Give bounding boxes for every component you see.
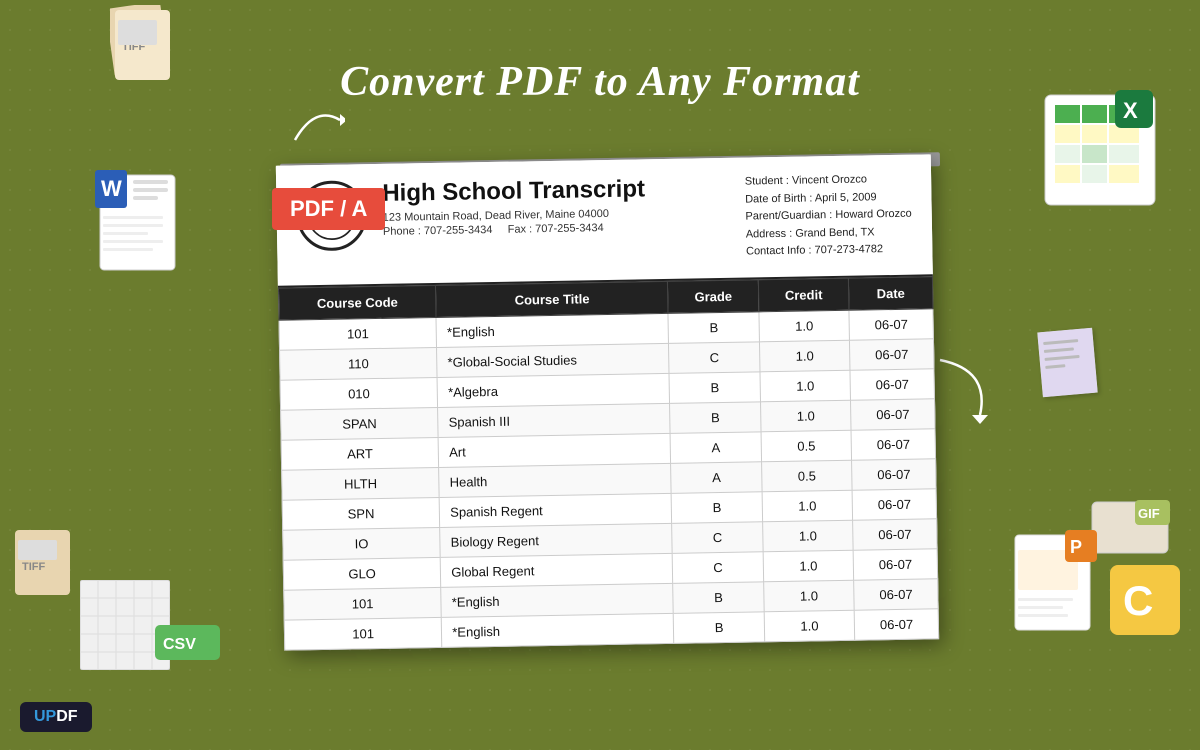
table-body: 101*EnglishB1.006-07110*Global-Social St… (279, 309, 939, 650)
updf-up: UP (34, 708, 56, 725)
table-cell: ART (281, 437, 439, 470)
table-cell: SPAN (281, 407, 439, 440)
table-cell: A (670, 432, 761, 464)
svg-text:C: C (1123, 577, 1153, 624)
col-credit: Credit (758, 278, 849, 312)
table-cell: 06-07 (852, 489, 936, 520)
ppt-icon: P (1010, 530, 1100, 635)
table-cell: Art (438, 433, 671, 467)
table-cell: GLO (283, 557, 441, 590)
svg-text:CSV: CSV (163, 636, 196, 653)
tiff-bottom-icon: TIFF (10, 525, 75, 600)
updf-logo[interactable]: UPDF (20, 702, 92, 732)
table-cell: 1.0 (763, 550, 854, 582)
table-cell: 06-07 (854, 579, 938, 610)
table-cell: 06-07 (851, 429, 935, 460)
transcript-table: Course Code Course Title Grade Credit Da… (278, 276, 939, 650)
table-cell: Health (439, 463, 672, 497)
doc-title-block: High School Transcript 123 Mountain Road… (382, 174, 736, 238)
paper-right (1037, 328, 1097, 398)
table-cell: Biology Regent (440, 523, 673, 557)
table-cell: 06-07 (854, 609, 938, 640)
table-cell: 06-07 (851, 399, 935, 430)
table-cell: C (669, 342, 760, 374)
table-cell: *English (442, 613, 675, 647)
col-date: Date (849, 277, 933, 310)
phone-label: Phone : 707-255-3434 (383, 224, 493, 238)
table-cell: 06-07 (850, 339, 934, 370)
table-cell: *English (441, 583, 674, 617)
student-guardian: Parent/Guardian : Howard Orozco (745, 206, 912, 226)
table-cell: 110 (280, 347, 438, 380)
table-cell: *Global-Social Studies (437, 343, 670, 377)
table-cell: 1.0 (759, 340, 850, 372)
table-cell: 06-07 (850, 369, 934, 400)
svg-text:GIF: GIF (1138, 506, 1160, 521)
col-title: Course Title (436, 281, 669, 317)
svg-text:X: X (1123, 98, 1138, 123)
table-cell: SPN (282, 497, 440, 530)
table-cell: *Algebra (437, 373, 670, 407)
c-icon: C (1105, 560, 1185, 640)
table-cell: HLTH (282, 467, 440, 500)
table-cell: 010 (280, 377, 438, 410)
svg-text:TIFF: TIFF (22, 561, 45, 573)
student-contact: Contact Info : 707-273-4782 (746, 241, 913, 261)
table-cell: C (672, 522, 763, 554)
table-cell: Spanish III (438, 403, 671, 437)
table-cell: 101 (284, 617, 442, 650)
doc-title: High School Transcript (382, 174, 735, 208)
arrow-decoration-left (285, 100, 345, 150)
table-cell: 101 (284, 587, 442, 620)
table-cell: B (670, 402, 761, 434)
table-cell: A (671, 462, 762, 494)
table-cell: B (673, 582, 764, 614)
col-grade: Grade (668, 280, 759, 314)
updf-df: DF (56, 708, 77, 725)
word-icon: W (95, 170, 185, 275)
table-cell: 06-07 (849, 309, 933, 340)
table-cell: 06-07 (852, 459, 936, 490)
table-cell: *English (436, 313, 669, 347)
table-cell: Spanish Regent (439, 493, 672, 527)
fax-label: Fax : 707-255-3434 (508, 222, 604, 236)
table-cell: 0.5 (761, 430, 852, 462)
spreadsheet-icon: X (1040, 90, 1160, 210)
doc-student-info: Student : Vincent Orozco Date of Birth :… (745, 171, 913, 262)
table-cell: B (669, 372, 760, 404)
csv-icon: CSV (155, 625, 220, 660)
table-cell: B (674, 612, 765, 644)
table-cell: 1.0 (759, 310, 850, 342)
table-cell: 101 (279, 317, 437, 350)
table-cell: 1.0 (764, 610, 855, 642)
svg-text:W: W (101, 176, 122, 201)
pdf-badge: PDF / A (272, 188, 385, 230)
table-cell: 06-07 (853, 519, 937, 550)
table-cell: 1.0 (762, 520, 853, 552)
table-cell: IO (283, 527, 441, 560)
headline: Convert PDF to Any Format (340, 58, 860, 106)
table-cell: Global Regent (440, 553, 673, 587)
table-cell: B (672, 492, 763, 524)
col-code: Course Code (278, 285, 436, 320)
gif-icon: GIF (1090, 500, 1170, 555)
table-cell: 0.5 (761, 460, 852, 492)
tiff-icon: TIFF (110, 5, 175, 80)
table-cell: 1.0 (762, 490, 853, 522)
table-cell: C (673, 552, 764, 584)
table-cell: 1.0 (760, 400, 851, 432)
table-cell: B (668, 312, 759, 344)
table-cell: 1.0 (760, 370, 851, 402)
svg-text:P: P (1070, 537, 1082, 557)
table-cell: 1.0 (763, 580, 854, 612)
table-cell: 06-07 (853, 549, 937, 580)
